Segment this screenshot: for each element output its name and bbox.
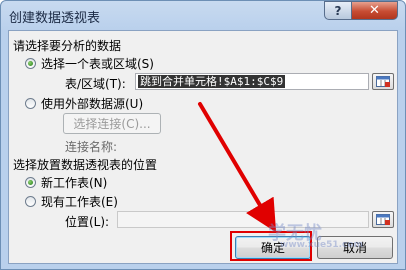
watermark-domain: www.xue51.com (280, 240, 363, 250)
annotation-overlay (198, 102, 277, 233)
red-arrow-annotation (198, 102, 277, 233)
